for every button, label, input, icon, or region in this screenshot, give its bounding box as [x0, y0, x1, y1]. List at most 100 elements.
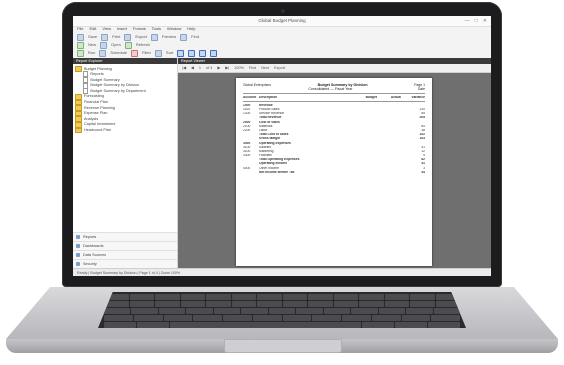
menu-format[interactable]: Format	[133, 26, 146, 32]
nav-reports[interactable]: Reports	[73, 232, 177, 241]
page-number-input[interactable]: 1	[199, 66, 201, 71]
tree-item-label: Expense Plan	[84, 111, 108, 116]
keyboard-row	[98, 308, 466, 314]
export-icon[interactable]	[124, 33, 132, 41]
keyboard-row	[98, 315, 466, 321]
data-sources-icon	[76, 253, 80, 257]
new-button[interactable]: New	[88, 42, 96, 48]
close-button[interactable]: ✕	[483, 18, 487, 24]
report-row: Net Income Before Tax 44	[243, 171, 425, 175]
sort-icon[interactable]	[154, 49, 162, 57]
save-icon[interactable]	[77, 33, 84, 41]
menu-window[interactable]: Window	[167, 26, 181, 32]
export-report-button[interactable]: Export	[274, 66, 285, 71]
last-page-button[interactable]: ▶|	[225, 66, 229, 71]
bottom-navigation: Reports Dashboards Data Sources Security	[73, 232, 177, 268]
tree-item-label: Reports	[90, 72, 104, 77]
keyboard-row	[98, 322, 466, 328]
menu-insert[interactable]: Insert	[117, 26, 127, 32]
menu-tools[interactable]: Tools	[152, 26, 161, 32]
nav-label: Reports	[83, 234, 97, 239]
keyboard	[98, 292, 466, 328]
document-icon	[83, 88, 89, 95]
export-button[interactable]: Export	[135, 34, 147, 40]
sort-button[interactable]: Sort	[166, 50, 173, 56]
find-button[interactable]: Find	[191, 34, 199, 40]
menu-help[interactable]: Help	[187, 26, 195, 32]
open-icon[interactable]	[100, 41, 108, 49]
folder-icon	[75, 66, 82, 72]
report-row-account	[243, 171, 259, 175]
new-icon[interactable]	[77, 41, 84, 49]
find-text-button[interactable]: Find	[249, 66, 256, 71]
tree-item-label: Analysis	[84, 116, 99, 121]
refresh-icon[interactable]	[124, 41, 132, 49]
last-page-icon[interactable]	[210, 49, 218, 57]
keyboard-row	[98, 294, 466, 300]
schedule-button[interactable]: Schedule	[110, 50, 127, 56]
nav-dashboards[interactable]: Dashboards	[73, 241, 177, 250]
folder-icon	[75, 93, 82, 100]
menu-view[interactable]: View	[102, 26, 111, 32]
first-page-icon[interactable]	[177, 49, 185, 57]
save-button[interactable]: Save	[88, 34, 97, 40]
report-lines: 1000 Revenue 1100 Product Sales 120 1200 Ser…	[243, 104, 425, 175]
refresh-button[interactable]: Refresh	[136, 42, 150, 48]
find-next-button[interactable]: Next	[261, 66, 269, 71]
nav-label: Data Sources	[83, 252, 107, 257]
toolbar-row-1: Save Print Export Preview Find	[73, 33, 491, 41]
folder-icon	[75, 121, 82, 128]
run-icon[interactable]	[77, 49, 84, 57]
laptop: Global Budget Planning — □ ✕ File Edit V…	[0, 0, 564, 365]
trackpad	[224, 339, 342, 353]
report-page: Global Enterprises Budget Summary by Div…	[236, 78, 432, 266]
tree-item[interactable]: Headcount Plan	[75, 127, 175, 134]
column-header: Description	[259, 95, 278, 99]
filter-icon[interactable]	[131, 49, 139, 57]
zoom-select[interactable]: 100%	[234, 66, 244, 71]
print-button[interactable]: Print	[112, 34, 120, 40]
preview-button[interactable]: Preview	[162, 34, 176, 40]
tree-item-label: Financial Plan	[84, 100, 108, 105]
find-icon[interactable]	[180, 33, 188, 41]
tree-item-label: Headcount Plan	[84, 128, 112, 133]
schedule-icon[interactable]	[99, 49, 107, 57]
preview-icon[interactable]	[150, 33, 158, 41]
nav-data-sources[interactable]: Data Sources	[73, 250, 177, 259]
column-header: Account	[243, 95, 257, 99]
maximize-button[interactable]: □	[475, 18, 478, 24]
report-date-label: Date	[417, 87, 425, 92]
report-divider	[243, 93, 425, 95]
first-page-button[interactable]: |◀	[182, 66, 186, 71]
tree-item-label: Revenue Planning	[84, 105, 116, 110]
folder-icon	[75, 127, 82, 134]
menu-file[interactable]: File	[77, 26, 83, 32]
tree-item-label: Forecasting	[84, 94, 104, 99]
previous-page-icon[interactable]	[188, 49, 196, 57]
report-subheader: Consolidated — Fiscal Year Date	[243, 87, 425, 91]
viewer-toolbar: |◀ ◀ 1 of 4 ▶ ▶| 100% Find Next Export	[178, 64, 491, 73]
report-divider	[243, 101, 425, 103]
keyboard-row	[98, 301, 466, 307]
status-bar: Ready | Budget Summary by Division | Pag…	[73, 268, 491, 276]
nav-security[interactable]: Security	[73, 259, 177, 268]
run-button[interactable]: Run	[88, 50, 95, 56]
menu-bar: File Edit View Insert Format Tools Windo…	[73, 26, 491, 33]
reports-icon	[76, 235, 80, 239]
page-count: of 4	[205, 65, 213, 70]
next-page-button[interactable]: ▶	[217, 66, 220, 71]
report-row-description: Net Income Before Tax	[259, 170, 295, 174]
nav-label: Dashboards	[83, 243, 104, 248]
print-icon[interactable]	[101, 33, 109, 41]
next-page-icon[interactable]	[199, 49, 207, 57]
report-subtitle: Consolidated — Fiscal Year	[308, 87, 353, 92]
toolbar-row-3: Run Schedule Filter Sort	[73, 49, 491, 57]
menu-edit[interactable]: Edit	[89, 26, 96, 32]
minimize-button[interactable]: —	[465, 18, 470, 24]
open-button[interactable]: Open	[111, 42, 121, 48]
previous-page-button[interactable]: ◀	[191, 66, 194, 71]
column-header: Variance	[411, 95, 425, 99]
filter-button[interactable]: Filter	[142, 50, 151, 56]
security-icon	[76, 262, 80, 266]
toolbar-row-2: New Open Refresh	[73, 41, 491, 49]
